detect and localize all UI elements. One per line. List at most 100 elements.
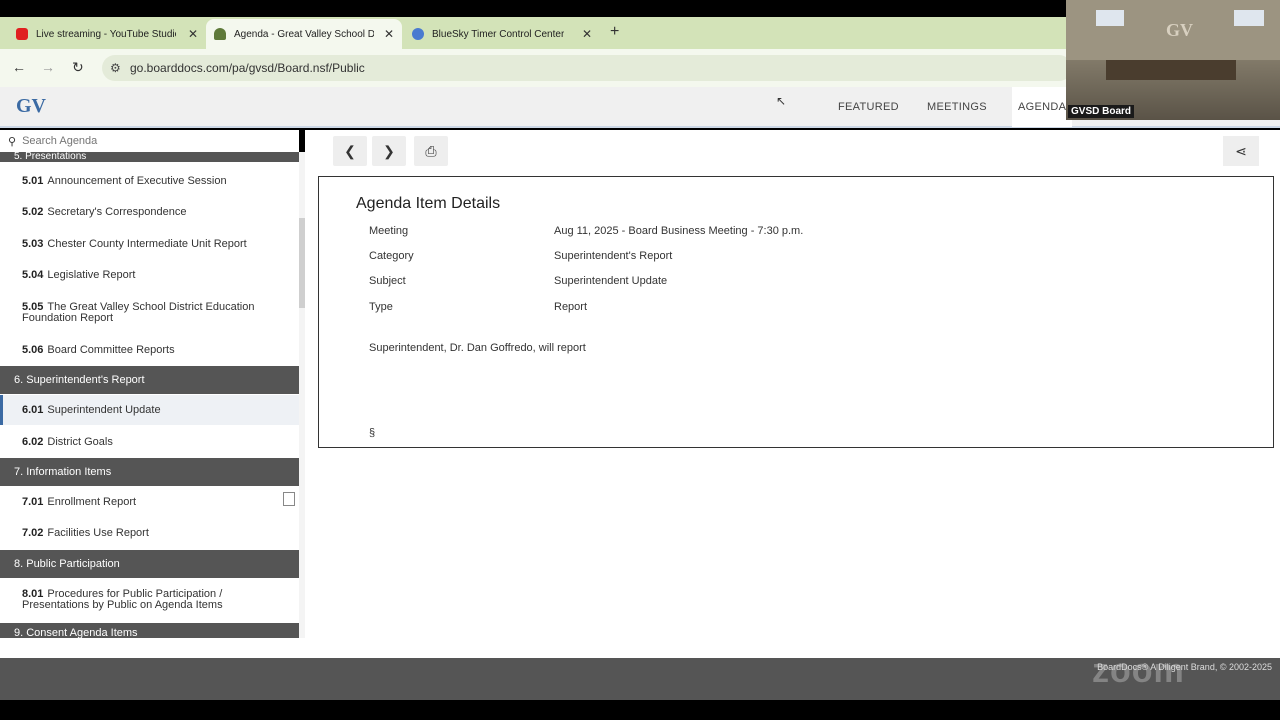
page-bottom xyxy=(0,638,1280,658)
tab-bluesky-timer[interactable]: BlueSky Timer Control Center ✕ xyxy=(404,19,600,49)
item-label: Facilities Use Report xyxy=(47,527,149,539)
video-label: GVSD Board xyxy=(1068,105,1135,118)
row-value: Aug 11, 2025 - Board Business Meeting - … xyxy=(554,225,804,237)
next-item-button[interactable]: ❯ xyxy=(372,136,406,166)
agenda-sidebar: ⚲ 5. Presentations 5.01Announcement of E… xyxy=(0,130,299,638)
agenda-item[interactable]: 7.02 Facilities Use Report xyxy=(0,528,299,539)
nav-featured[interactable]: FEATURED xyxy=(838,101,899,113)
copyright-link[interactable]: BoardDocs® A Diligent Brand, © 2002-2025 xyxy=(1097,662,1272,672)
item-description: Superintendent, Dr. Dan Goffredo, will r… xyxy=(369,342,586,354)
url-text: go.boarddocs.com/pa/gvsd/Board.nsf/Publi… xyxy=(130,61,365,75)
section-sign: § xyxy=(369,427,376,439)
item-label: Legislative Report xyxy=(47,269,136,281)
agenda-item[interactable]: 8.01 Procedures for Public Participation … xyxy=(0,589,250,611)
video-feed: GV GVSD Board xyxy=(1066,0,1280,120)
details-row: Category Superintendent's Report xyxy=(369,250,672,262)
section-heading[interactable]: 7. Information Items xyxy=(0,458,299,486)
agenda-item[interactable]: 5.04 Legislative Report xyxy=(0,270,299,281)
agenda-item[interactable]: 7.01 Enrollment Report xyxy=(0,497,299,508)
item-label: Enrollment Report xyxy=(47,496,137,508)
cloud-icon xyxy=(412,28,424,40)
site-settings-icon[interactable]: ⚙ xyxy=(110,61,121,75)
item-label: Chester County Intermediate Unit Report xyxy=(47,238,247,250)
video-logo: GV xyxy=(1166,20,1193,40)
tab-title: BlueSky Timer Control Center xyxy=(432,28,565,40)
tab-title: Live streaming - YouTube Studio xyxy=(36,28,176,40)
details-row: Type Report xyxy=(369,301,587,313)
tree-icon xyxy=(214,28,226,40)
section-heading[interactable]: 9. Consent Agenda Items xyxy=(0,623,299,638)
chevron-left-icon: ❮ xyxy=(344,142,356,159)
agenda-item[interactable]: 6.02 District Goals xyxy=(0,437,299,448)
search-input[interactable] xyxy=(22,135,283,147)
item-number: 6.02 xyxy=(22,436,44,448)
agenda-item[interactable]: 5.01 Announcement of Executive Session xyxy=(0,176,299,187)
share-icon: ⋖ xyxy=(1235,142,1247,159)
item-label: Procedures for Public Participation / Pr… xyxy=(22,588,223,611)
search-bar: ⚲ xyxy=(0,130,299,152)
item-number: 5.04 xyxy=(22,269,44,281)
item-number: 5.01 xyxy=(22,175,44,187)
reload-icon[interactable]: ↻ xyxy=(72,59,84,76)
bottom-black-bar xyxy=(0,700,1280,720)
youtube-icon xyxy=(16,28,28,40)
agenda-item[interactable]: 5.02 Secretary's Correspondence xyxy=(0,207,299,218)
item-label: Board Committee Reports xyxy=(47,344,175,356)
row-value: Report xyxy=(554,301,588,313)
item-label: The Great Valley School District Educati… xyxy=(22,301,255,324)
search-icon: ⚲ xyxy=(8,135,17,148)
agenda-item-details: Agenda Item Details Meeting Aug 11, 2025 … xyxy=(318,176,1274,448)
mouse-cursor-icon: ↖ xyxy=(776,94,787,108)
agenda-item-selected[interactable]: 6.01 Superintendent Update xyxy=(0,395,299,425)
new-tab-icon[interactable]: + xyxy=(610,23,619,41)
details-row: Meeting Aug 11, 2025 - Board Business Mee… xyxy=(369,225,803,237)
video-screen xyxy=(1096,10,1124,26)
details-title: Agenda Item Details xyxy=(356,195,501,212)
chevron-right-icon: ❯ xyxy=(383,142,395,159)
back-icon[interactable]: ← xyxy=(12,59,26,75)
previous-item-button[interactable]: ❮ xyxy=(333,136,367,166)
tab-title: Agenda - Great Valley School District xyxy=(234,28,374,40)
footer: zoom BoardDocs® A Diligent Brand, © 2002… xyxy=(0,652,1280,700)
close-icon[interactable]: ✕ xyxy=(582,27,592,41)
item-number: 6.01 xyxy=(22,403,44,416)
agenda-item[interactable]: 5.03 Chester County Intermediate Unit Rep… xyxy=(0,239,299,250)
forward-icon[interactable]: → xyxy=(41,59,55,75)
item-label: Secretary's Correspondence xyxy=(47,206,187,218)
video-screen xyxy=(1234,10,1264,26)
item-number: 5.06 xyxy=(22,344,44,356)
url-field[interactable]: ⚙ go.boarddocs.com/pa/gvsd/Board.nsf/Pub… xyxy=(102,55,1072,81)
nav-agenda[interactable]: AGENDA xyxy=(1012,87,1073,127)
item-number: 7.01 xyxy=(22,496,44,508)
video-desk xyxy=(1106,60,1236,80)
share-button[interactable]: ⋖ xyxy=(1223,136,1259,166)
close-icon[interactable]: ✕ xyxy=(188,27,198,41)
document-icon[interactable] xyxy=(283,492,295,506)
tab-agenda[interactable]: Agenda - Great Valley School District ✕ xyxy=(206,19,402,49)
row-key: Category xyxy=(369,250,414,262)
details-row: Subject Superintendent Update xyxy=(369,275,667,287)
printer-icon: ⎙ xyxy=(425,142,437,159)
row-value: Superintendent's Report xyxy=(554,250,673,262)
close-icon[interactable]: ✕ xyxy=(384,27,394,41)
section-heading[interactable]: 8. Public Participation xyxy=(0,550,299,578)
row-value: Superintendent Update xyxy=(554,275,668,287)
item-number: 5.02 xyxy=(22,206,44,218)
tab-youtube-studio[interactable]: Live streaming - YouTube Studio ✕ xyxy=(8,19,206,49)
main-content: ❮ ❯ ⎙ ⋖ Agenda Item Details Meeting Aug 1… xyxy=(305,130,1280,638)
item-label: Superintendent Update xyxy=(47,403,161,416)
print-button[interactable]: ⎙ xyxy=(414,136,448,166)
item-label: Announcement of Executive Session xyxy=(47,175,227,187)
item-number: 7.02 xyxy=(22,527,44,539)
item-number: 5.03 xyxy=(22,238,44,250)
nav-meetings[interactable]: MEETINGS xyxy=(927,101,987,113)
district-logo[interactable]: GV xyxy=(16,95,46,118)
agenda-item[interactable]: 5.05 The Great Valley School District Edu… xyxy=(0,302,270,324)
row-key: Type xyxy=(369,301,393,313)
item-label: District Goals xyxy=(47,436,113,448)
agenda-item[interactable]: 5.06 Board Committee Reports xyxy=(0,345,299,356)
section-heading[interactable]: 6. Superintendent's Report xyxy=(0,366,299,394)
section-heading-partial[interactable]: 5. Presentations xyxy=(0,151,299,162)
row-key: Subject xyxy=(369,275,406,287)
row-key: Meeting xyxy=(369,225,409,237)
